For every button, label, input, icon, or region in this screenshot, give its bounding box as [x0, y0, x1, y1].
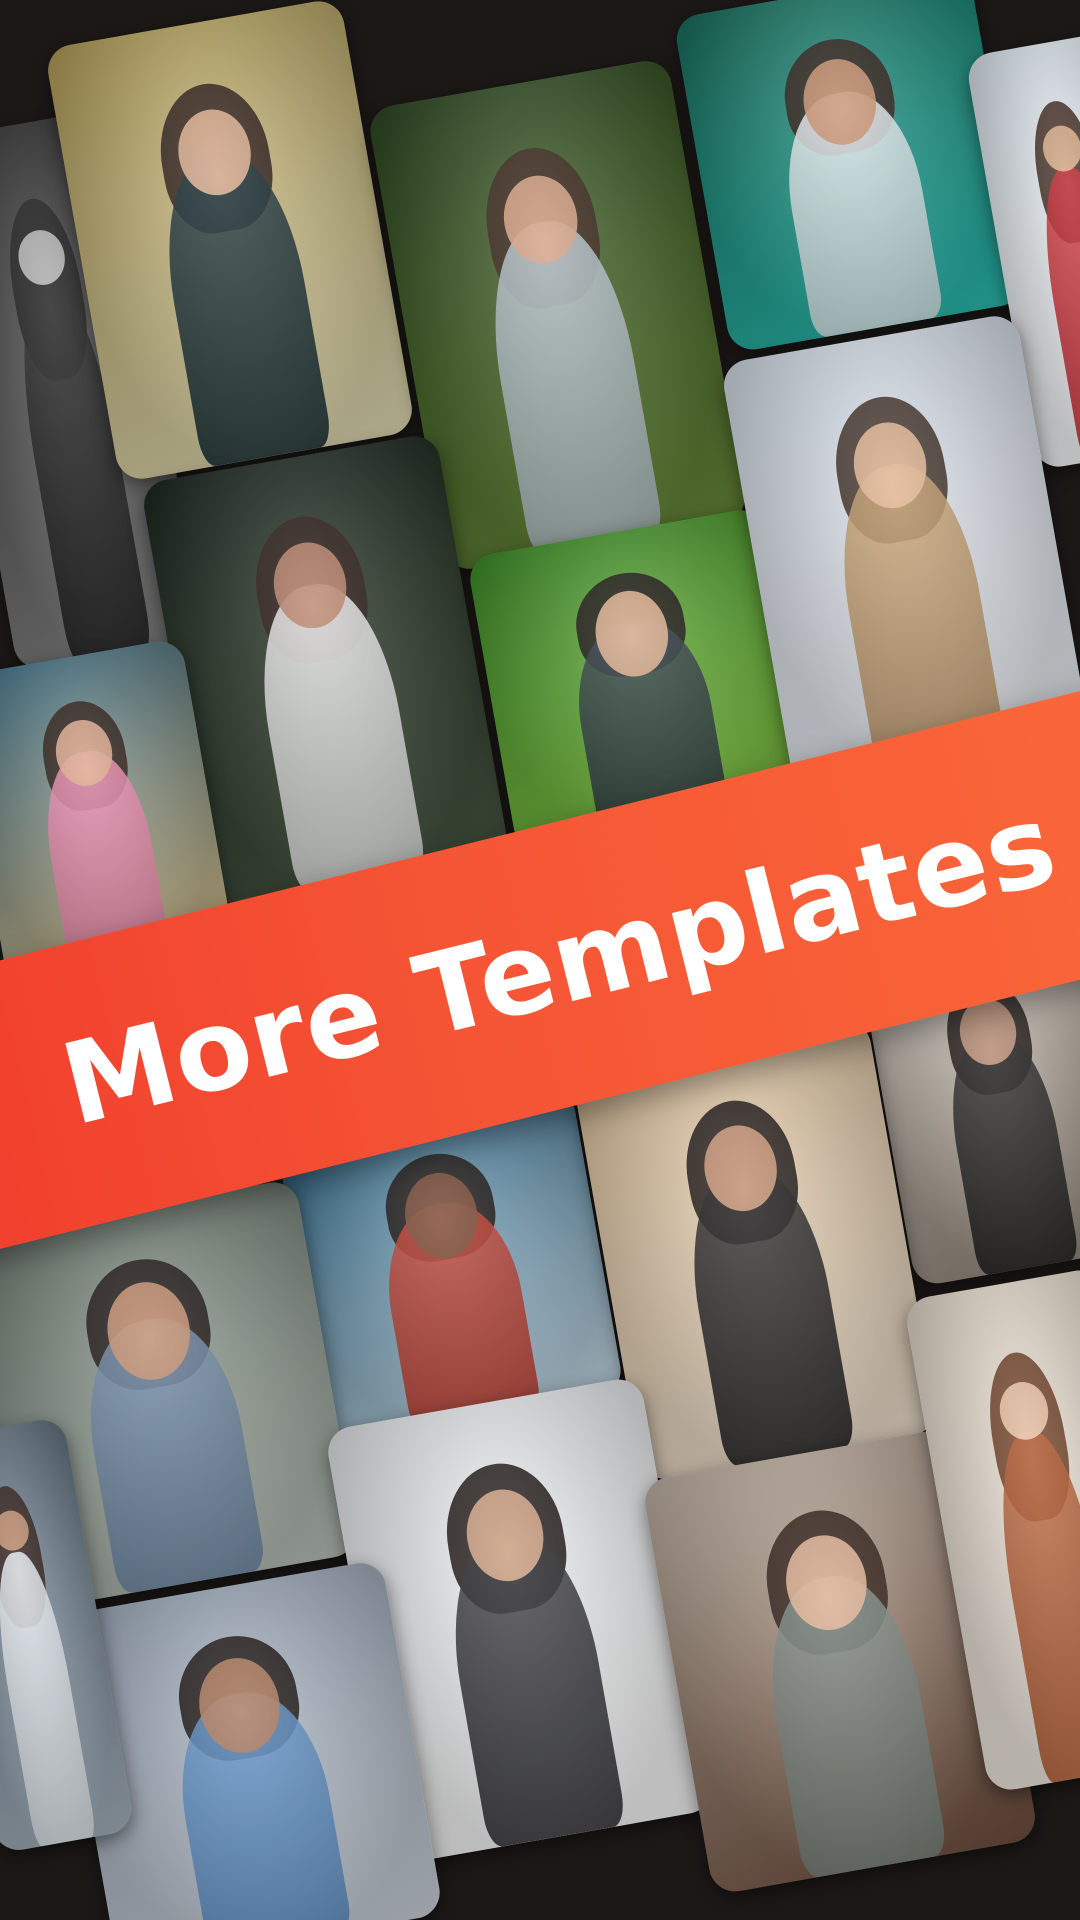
- template-thumbnail-lagoon-boat[interactable]: [672, 0, 1028, 354]
- template-promo-screen: More Templates: [0, 0, 1080, 1920]
- thumbnail-lighting: [672, 0, 1028, 354]
